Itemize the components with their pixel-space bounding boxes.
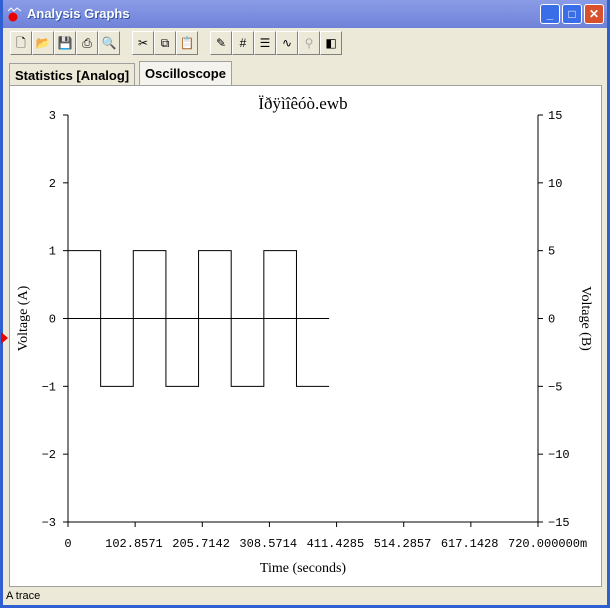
open-button[interactable]: 📂 [32,31,54,55]
reverse-colors-button[interactable]: ◧ [320,31,342,55]
y2-tick-label: −5 [548,380,562,394]
y-tick-label: 3 [49,109,56,123]
cut-button[interactable]: ✂ [132,31,154,55]
reverse-colors-icon: ◧ [325,36,337,50]
cursors-button[interactable]: ∿ [276,31,298,55]
trace-marker-icon [1,332,8,344]
zoom-button[interactable]: ⚲ [298,31,320,55]
print-icon: ⎙ [82,36,92,50]
y-tick-label: 1 [49,245,56,259]
y2-tick-label: 5 [548,245,555,259]
zoom-icon: ⚲ [304,36,314,50]
x-tick-label: 102.8571 [105,537,163,551]
status-text: A trace [6,590,41,602]
y-axis-label: Voltage (A) [16,285,31,351]
analysis-graphs-window: Analysis Graphs _ □ ✕ 🗋 📂 💾 ⎙ 🔍 ✂ ⧉ 📋 ✎ # ☰ ∿ ⚲ ◧ Sta… [0,0,610,608]
properties-icon: ✎ [215,36,227,50]
chart-title: Ïðÿìîêóò.ewb [258,94,347,113]
properties-button[interactable]: ✎ [210,31,232,55]
x-tick-label: 205.7142 [172,537,230,551]
tab-statistics-analog[interactable]: Statistics [Analog] [9,63,136,85]
y2-tick-label: 0 [548,313,555,327]
print-preview-button[interactable]: 🔍 [98,31,120,55]
paste-icon: 📋 [179,36,195,50]
oscilloscope-chart[interactable]: 3210−1−2−3151050−5−10−150 102.8571 205.714… [10,86,603,588]
y-tick-label: −3 [42,516,56,530]
y2-tick-label: 10 [548,177,562,191]
copy-icon: ⧉ [160,36,170,50]
x-tick-label: 514.2857 [374,537,432,551]
y2-axis-label: Voltage (B) [578,286,593,351]
series-a-trace [67,237,330,387]
tab-oscilloscope[interactable]: Oscilloscope [139,61,232,85]
graph-panel: 3 2 1 0 −1 −2 −3 15 10 5 0 −5 −10 −15 0 102.8571 205.714… [9,85,602,587]
grid-button[interactable]: # [232,31,254,55]
paste-button[interactable]: 📋 [176,31,198,55]
x-tick-label: 308.5714 [239,537,297,551]
y-tick-label: 2 [49,177,56,191]
y2-tick-label: −15 [548,516,570,530]
legend-icon: ☰ [259,36,271,50]
window-title: Analysis Graphs [27,6,130,21]
save-button[interactable]: 💾 [54,31,76,55]
print-button[interactable]: ⎙ [76,31,98,55]
x-tick-label: 0 [64,537,71,551]
y-tick-label: −1 [42,380,56,394]
copy-button[interactable]: ⧉ [154,31,176,55]
grid-icon: # [239,36,247,50]
save-icon: 💾 [57,36,73,50]
minimize-button[interactable]: _ [540,4,560,24]
open-icon: 📂 [35,36,51,50]
cursors-icon: ∿ [281,36,293,50]
x-tick-label: 411.4285 [307,537,365,551]
new-button[interactable]: 🗋 [10,31,32,55]
y2-tick-label: −10 [548,448,570,462]
title-bar[interactable]: Analysis Graphs _ □ ✕ [3,0,607,28]
new-icon: 🗋 [16,36,26,50]
cut-icon: ✂ [137,36,149,50]
app-icon [7,7,22,22]
x-tick-label: 720.000000m [508,537,587,551]
x-tick-label: 617.1428 [441,537,499,551]
close-button[interactable]: ✕ [584,4,604,24]
maximize-button[interactable]: □ [562,4,582,24]
print-preview-icon: 🔍 [101,36,117,50]
legend-button[interactable]: ☰ [254,31,276,55]
x-axis-label: Time (seconds) [260,561,347,576]
y-tick-label: −2 [42,448,56,462]
y-tick-label: 0 [49,313,56,327]
y2-tick-label: 15 [548,109,562,123]
